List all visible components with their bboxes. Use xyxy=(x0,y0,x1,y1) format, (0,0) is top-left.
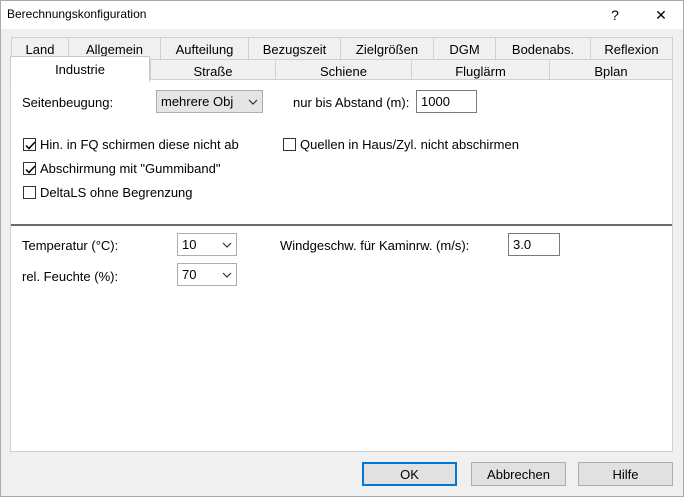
abstand-label: nur bis Abstand (m): xyxy=(293,95,410,110)
abstand-input[interactable]: 1000 xyxy=(416,90,477,113)
wind-value: 3.0 xyxy=(513,237,532,252)
industrie-panel: Seitenbeugung: mehrere Obj nur bis Absta… xyxy=(10,79,673,452)
feuchte-label: rel. Feuchte (%): xyxy=(22,269,119,284)
close-icon: ✕ xyxy=(655,6,667,23)
deltals-checkbox[interactable]: DeltaLS ohne Begrenzung xyxy=(23,185,193,200)
section-divider xyxy=(11,224,672,226)
title-bar: Berechnungskonfiguration ? ✕ xyxy=(1,1,683,29)
tab-industrie[interactable]: Industrie xyxy=(10,56,150,82)
help-icon: ? xyxy=(611,7,619,23)
quellen-haus-checkbox[interactable]: Quellen in Haus/Zyl. nicht abschirmen xyxy=(283,137,519,152)
dialog-window: Berechnungskonfiguration ? ✕ Land Allgem… xyxy=(0,0,684,497)
tab-label: Aufteilung xyxy=(175,41,234,57)
cancel-button-label: Abbrechen xyxy=(487,466,550,482)
tab-label: Zielgrößen xyxy=(355,41,419,57)
checkmark-icon xyxy=(25,165,36,174)
seitenbeugung-value: mehrere Obj xyxy=(161,94,234,109)
help-button[interactable]: Hilfe xyxy=(578,462,673,486)
tab-label: Industrie xyxy=(55,62,105,77)
tab-label: Bodenabs. xyxy=(511,41,575,57)
checkmark-icon xyxy=(25,141,36,150)
tab-dgm[interactable]: DGM xyxy=(433,37,496,60)
tab-label: Straße xyxy=(193,63,233,79)
window-title: Berechnungskonfiguration xyxy=(7,7,147,21)
feuchte-select[interactable]: 70 xyxy=(177,263,237,286)
temperatur-value: 10 xyxy=(182,237,197,252)
deltals-label: DeltaLS ohne Begrenzung xyxy=(40,185,193,200)
gummiband-checkbox[interactable]: Abschirmung mit "Gummiband" xyxy=(23,161,220,176)
quellen-haus-label: Quellen in Haus/Zyl. nicht abschirmen xyxy=(300,137,519,152)
abstand-value: 1000 xyxy=(421,94,450,109)
ok-button[interactable]: OK xyxy=(362,462,457,486)
seitenbeugung-label: Seitenbeugung: xyxy=(22,95,114,110)
tab-label: Allgemein xyxy=(85,41,144,57)
tab-label: Schiene xyxy=(320,63,367,79)
temperatur-label: Temperatur (°C): xyxy=(22,238,119,253)
gummiband-label: Abschirmung mit "Gummiband" xyxy=(40,161,221,176)
checkbox-box xyxy=(23,162,36,175)
chevron-down-icon xyxy=(218,264,236,285)
hin-fq-checkbox[interactable]: Hin. in FQ schirmen diese nicht ab xyxy=(23,137,239,152)
checkbox-box xyxy=(23,186,36,199)
tab-reflexion[interactable]: Reflexion xyxy=(590,37,673,60)
cancel-button[interactable]: Abbrechen xyxy=(471,462,566,486)
tab-zielgroessen[interactable]: Zielgrößen xyxy=(340,37,434,60)
wind-input[interactable]: 3.0 xyxy=(508,233,560,256)
tab-label: Bezugszeit xyxy=(262,41,327,57)
close-title-button[interactable]: ✕ xyxy=(643,1,679,29)
help-button-label: Hilfe xyxy=(612,466,639,482)
hin-fq-label: Hin. in FQ schirmen diese nicht ab xyxy=(40,137,239,152)
help-title-button[interactable]: ? xyxy=(597,1,633,29)
tab-label: Land xyxy=(25,41,55,57)
tab-label: DGM xyxy=(449,41,480,57)
chevron-down-icon xyxy=(218,234,236,255)
seitenbeugung-select[interactable]: mehrere Obj xyxy=(156,90,263,113)
tab-aufteilung[interactable]: Aufteilung xyxy=(160,37,249,60)
tab-bodenabs[interactable]: Bodenabs. xyxy=(495,37,591,60)
tab-label: Bplan xyxy=(594,63,628,79)
chevron-down-icon xyxy=(244,91,262,112)
tab-label: Fluglärm xyxy=(455,63,506,79)
tab-label: Reflexion xyxy=(604,41,659,57)
checkbox-box xyxy=(283,138,296,151)
ok-button-label: OK xyxy=(400,466,419,482)
feuchte-value: 70 xyxy=(182,267,197,282)
wind-label: Windgeschw. für Kaminrw. (m/s): xyxy=(280,238,470,253)
checkbox-box xyxy=(23,138,36,151)
tab-bezugszeit[interactable]: Bezugszeit xyxy=(248,37,341,60)
temperatur-select[interactable]: 10 xyxy=(177,233,237,256)
